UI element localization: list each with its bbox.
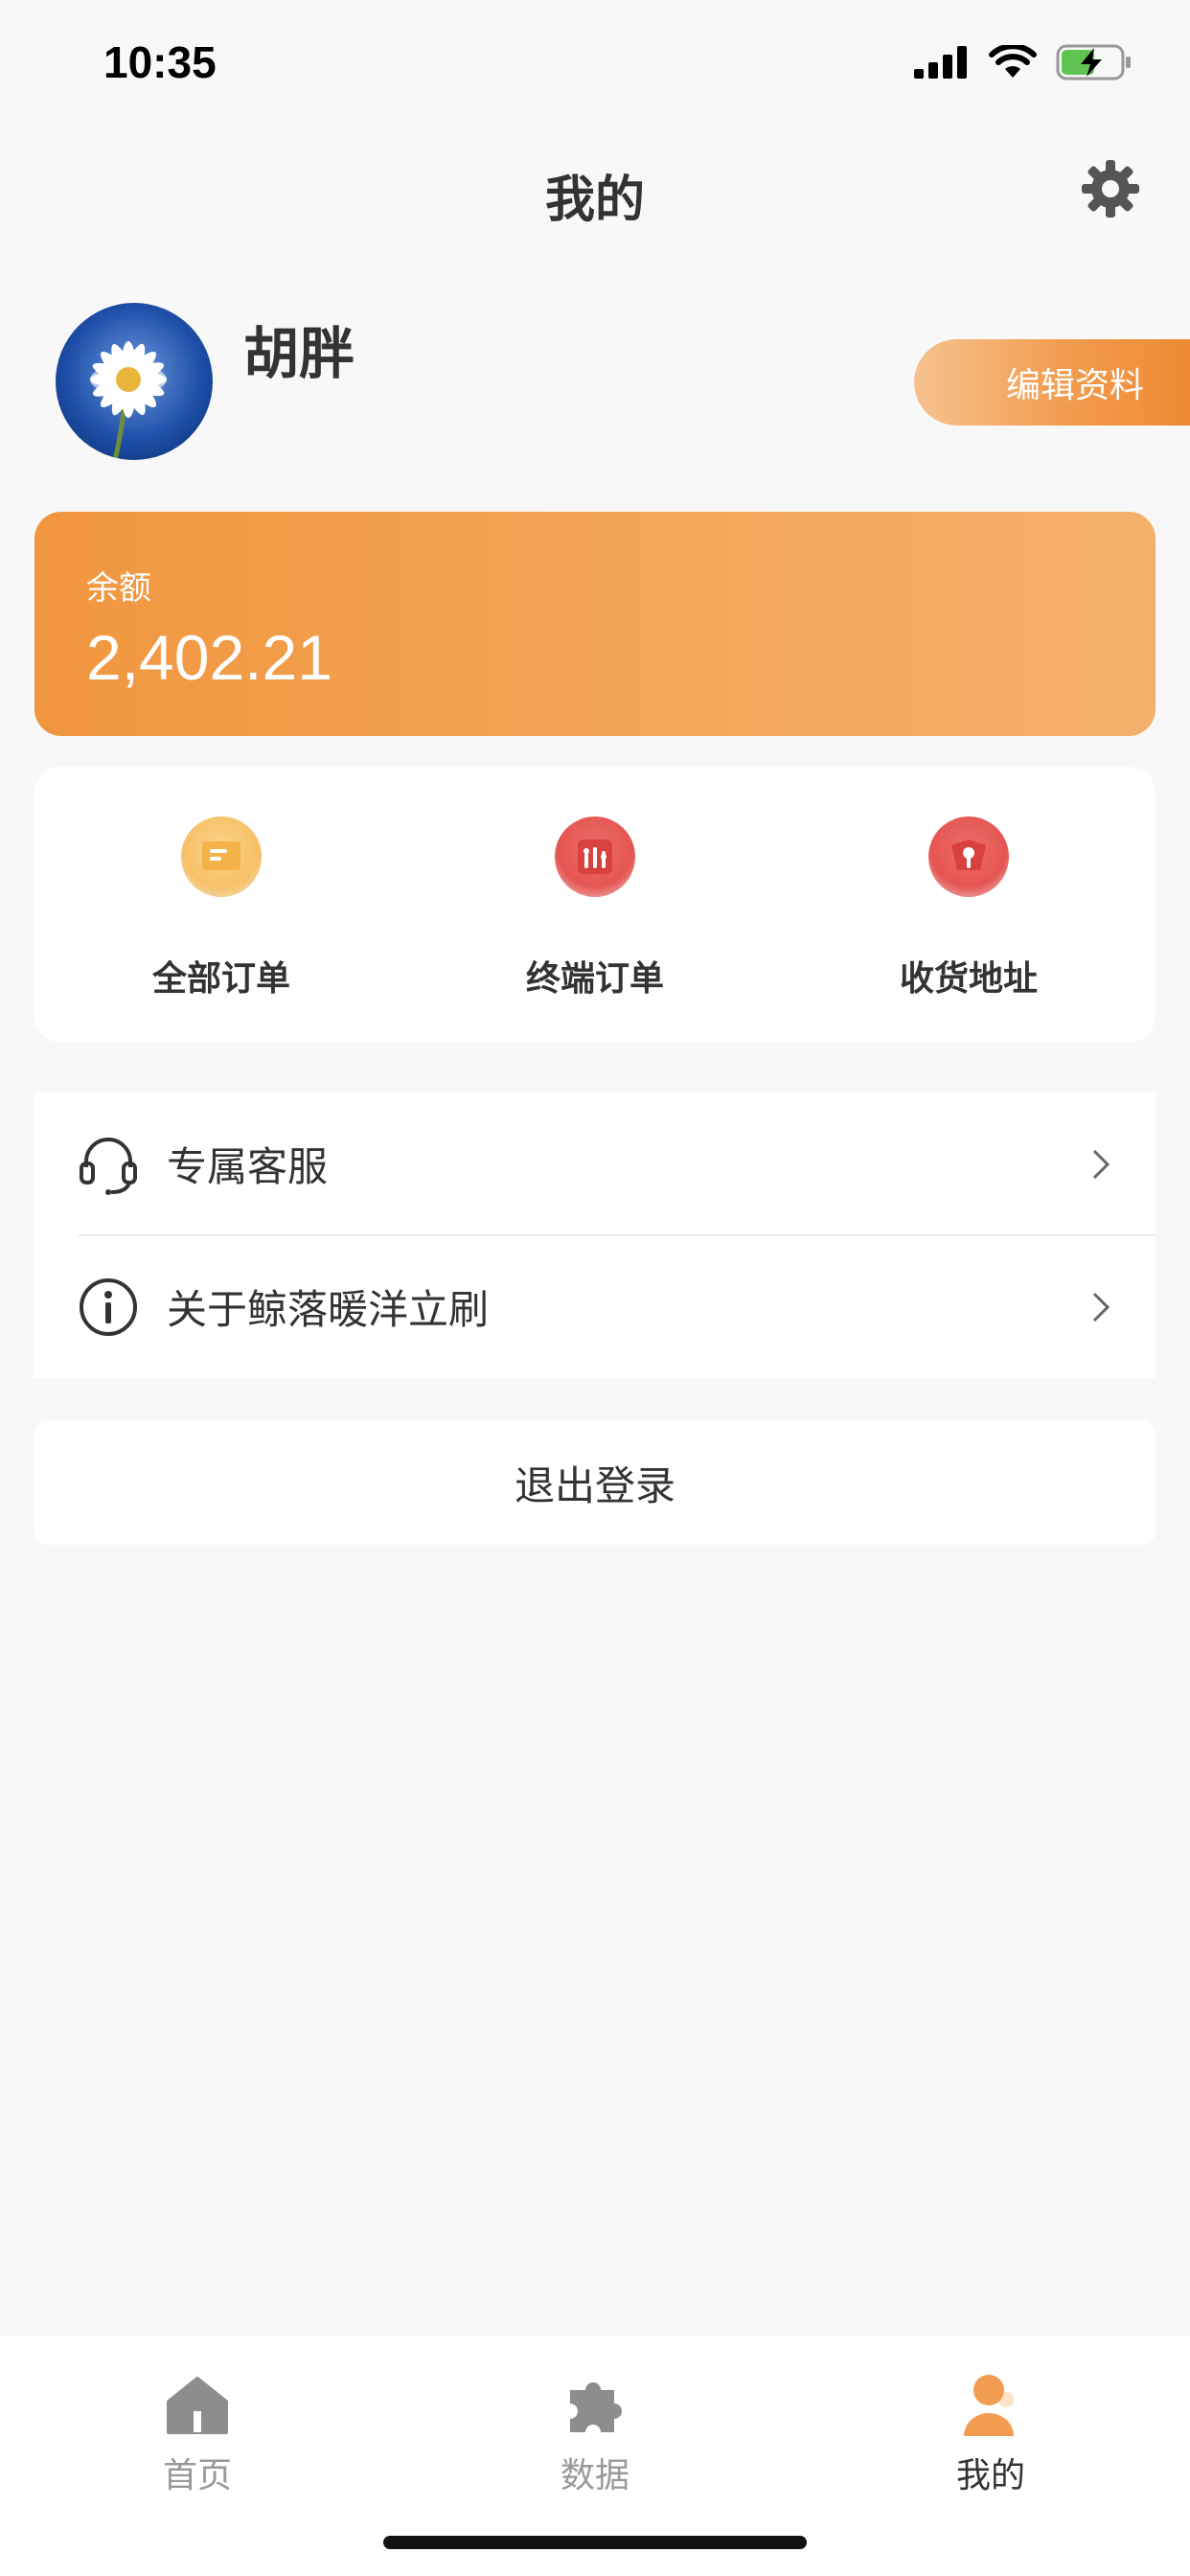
tab-data[interactable]: 数据 <box>499 2352 691 2496</box>
quick-actions: 全部订单 终端订单 收货地址 <box>34 767 1156 1043</box>
menu-label: 关于鲸落暖洋立刷 <box>167 1286 490 1333</box>
tab-home[interactable]: 首页 <box>102 2352 293 2496</box>
balance-value: 2,402.21 <box>86 622 332 693</box>
puzzle-icon <box>561 2371 629 2440</box>
info-icon <box>77 1276 140 1339</box>
orders-icon <box>181 816 262 897</box>
battery-charging-icon <box>1056 44 1131 80</box>
action-shipping-address[interactable]: 收货地址 <box>782 767 1156 1043</box>
menu-label: 专属客服 <box>167 1143 329 1190</box>
action-label: 终端订单 <box>525 959 664 999</box>
chevron-right-icon <box>1092 1149 1110 1179</box>
edit-profile-button[interactable]: 编辑资料 <box>914 339 1190 426</box>
menu-item-customer-service[interactable]: 专属客服 <box>34 1092 1156 1235</box>
tab-mine[interactable]: 我的 <box>895 2352 1087 2496</box>
menu-list: 专属客服 关于鲸落暖洋立刷 <box>34 1092 1156 1378</box>
tab-label: 数据 <box>560 2456 629 2496</box>
daisy-avatar-image <box>56 303 213 460</box>
gear-icon <box>1082 160 1139 218</box>
page-title: 我的 <box>544 172 645 229</box>
menu-item-about[interactable]: 关于鲸落暖洋立刷 <box>34 1235 1156 1378</box>
nav-bar: 我的 <box>0 144 1190 240</box>
headset-icon <box>77 1133 140 1196</box>
tab-label: 我的 <box>955 2456 1025 2496</box>
action-terminal-orders[interactable]: 终端订单 <box>408 767 782 1043</box>
settings-button[interactable] <box>1077 155 1144 222</box>
address-icon <box>928 816 1009 897</box>
logout-button[interactable]: 退出登录 <box>34 1420 1156 1545</box>
action-label: 全部订单 <box>151 959 290 999</box>
home-indicator <box>383 2536 807 2549</box>
home-icon <box>163 2371 232 2440</box>
status-icons <box>914 44 1133 80</box>
status-time: 10:35 <box>103 37 217 87</box>
action-label: 收货地址 <box>899 959 1038 999</box>
user-icon <box>956 2371 1025 2440</box>
chevron-right-icon <box>1092 1292 1110 1322</box>
tab-label: 首页 <box>162 2456 232 2496</box>
signal-icon <box>914 46 967 79</box>
status-bar: 10:35 <box>0 0 1190 125</box>
balance-card[interactable]: 余额 2,402.21 <box>34 512 1156 736</box>
balance-label: 余额 <box>86 569 151 608</box>
action-all-orders[interactable]: 全部订单 <box>34 767 408 1043</box>
wifi-icon <box>989 45 1037 78</box>
avatar[interactable] <box>56 303 213 460</box>
username: 胡胖 <box>243 321 355 386</box>
terminal-icon <box>555 816 635 897</box>
